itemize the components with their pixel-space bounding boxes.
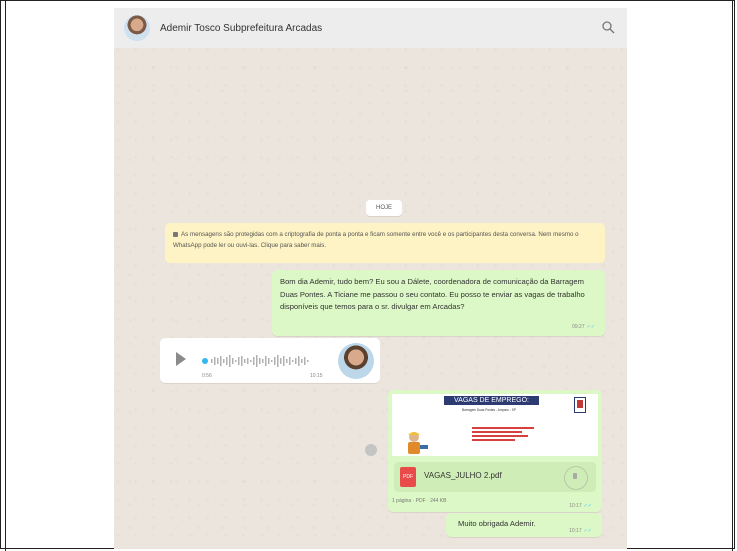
message-time: 10:17 ✓✓ xyxy=(569,528,592,534)
message-text: Muito obrigada Ademir. xyxy=(458,519,536,528)
job-list-lines xyxy=(472,427,534,443)
message-time: 10:15 xyxy=(310,373,323,379)
read-receipt-icon: ✓✓ xyxy=(583,528,592,534)
message-text: Bom dia Ademir, tudo bem? Eu sou a Dálet… xyxy=(280,277,585,311)
chat-header[interactable]: Ademir Tosco Subprefeitura Arcadas xyxy=(114,8,627,48)
search-icon[interactable] xyxy=(601,20,615,34)
document-message-outgoing[interactable]: VAGAS DE EMPREGO: Barragem Duas Pontes -… xyxy=(388,390,602,512)
chat-window: Ademir Tosco Subprefeitura Arcadas HOJE … xyxy=(114,8,627,549)
contact-avatar[interactable] xyxy=(124,15,150,41)
document-thumbnail[interactable]: VAGAS DE EMPREGO: Barragem Duas Pontes -… xyxy=(392,394,598,456)
file-name[interactable]: VAGAS_JULHO 2.pdf xyxy=(424,471,502,480)
contact-name[interactable]: Ademir Tosco Subprefeitura Arcadas xyxy=(160,23,322,34)
file-meta: 1 página · PDF · 244 KB xyxy=(392,498,447,504)
left-divider xyxy=(5,0,6,551)
play-icon[interactable] xyxy=(176,352,186,366)
sender-avatar xyxy=(338,343,374,379)
worker-illustration xyxy=(408,432,428,454)
audio-message-incoming[interactable]: 0:56 10:15 xyxy=(160,338,380,383)
audio-waveform[interactable] xyxy=(202,354,322,368)
date-separator: HOJE xyxy=(366,200,402,216)
message-time: 09:27 ✓✓ xyxy=(572,323,595,330)
message-bubble-outgoing[interactable]: Bom dia Ademir, tudo bem? Eu sou a Dálet… xyxy=(272,270,605,336)
file-attachment-row[interactable]: PDF VAGAS_JULHO 2.pdf xyxy=(394,462,596,492)
audio-duration: 0:56 xyxy=(202,373,212,379)
encryption-notice[interactable]: As mensagens são protegidas com a cripto… xyxy=(165,223,605,263)
right-divider xyxy=(732,0,733,551)
lock-icon xyxy=(173,231,178,237)
pdf-icon: PDF xyxy=(400,467,416,487)
thumbnail-title: VAGAS DE EMPREGO: xyxy=(444,396,539,405)
download-icon[interactable] xyxy=(564,466,588,490)
company-logo xyxy=(574,397,586,413)
thumbnail-subtitle: Barragem Duas Pontes - Amparo - SP xyxy=(462,408,517,412)
encryption-text: As mensagens são protegidas com a cripto… xyxy=(173,231,579,249)
read-receipt-icon: ✓✓ xyxy=(586,323,595,330)
forward-icon[interactable] xyxy=(365,444,377,456)
message-time: 10:17 ✓✓ xyxy=(569,503,592,509)
message-bubble-outgoing[interactable]: Muito obrigada Ademir. 10:17 ✓✓ xyxy=(446,513,602,537)
read-receipt-icon: ✓✓ xyxy=(583,503,592,509)
